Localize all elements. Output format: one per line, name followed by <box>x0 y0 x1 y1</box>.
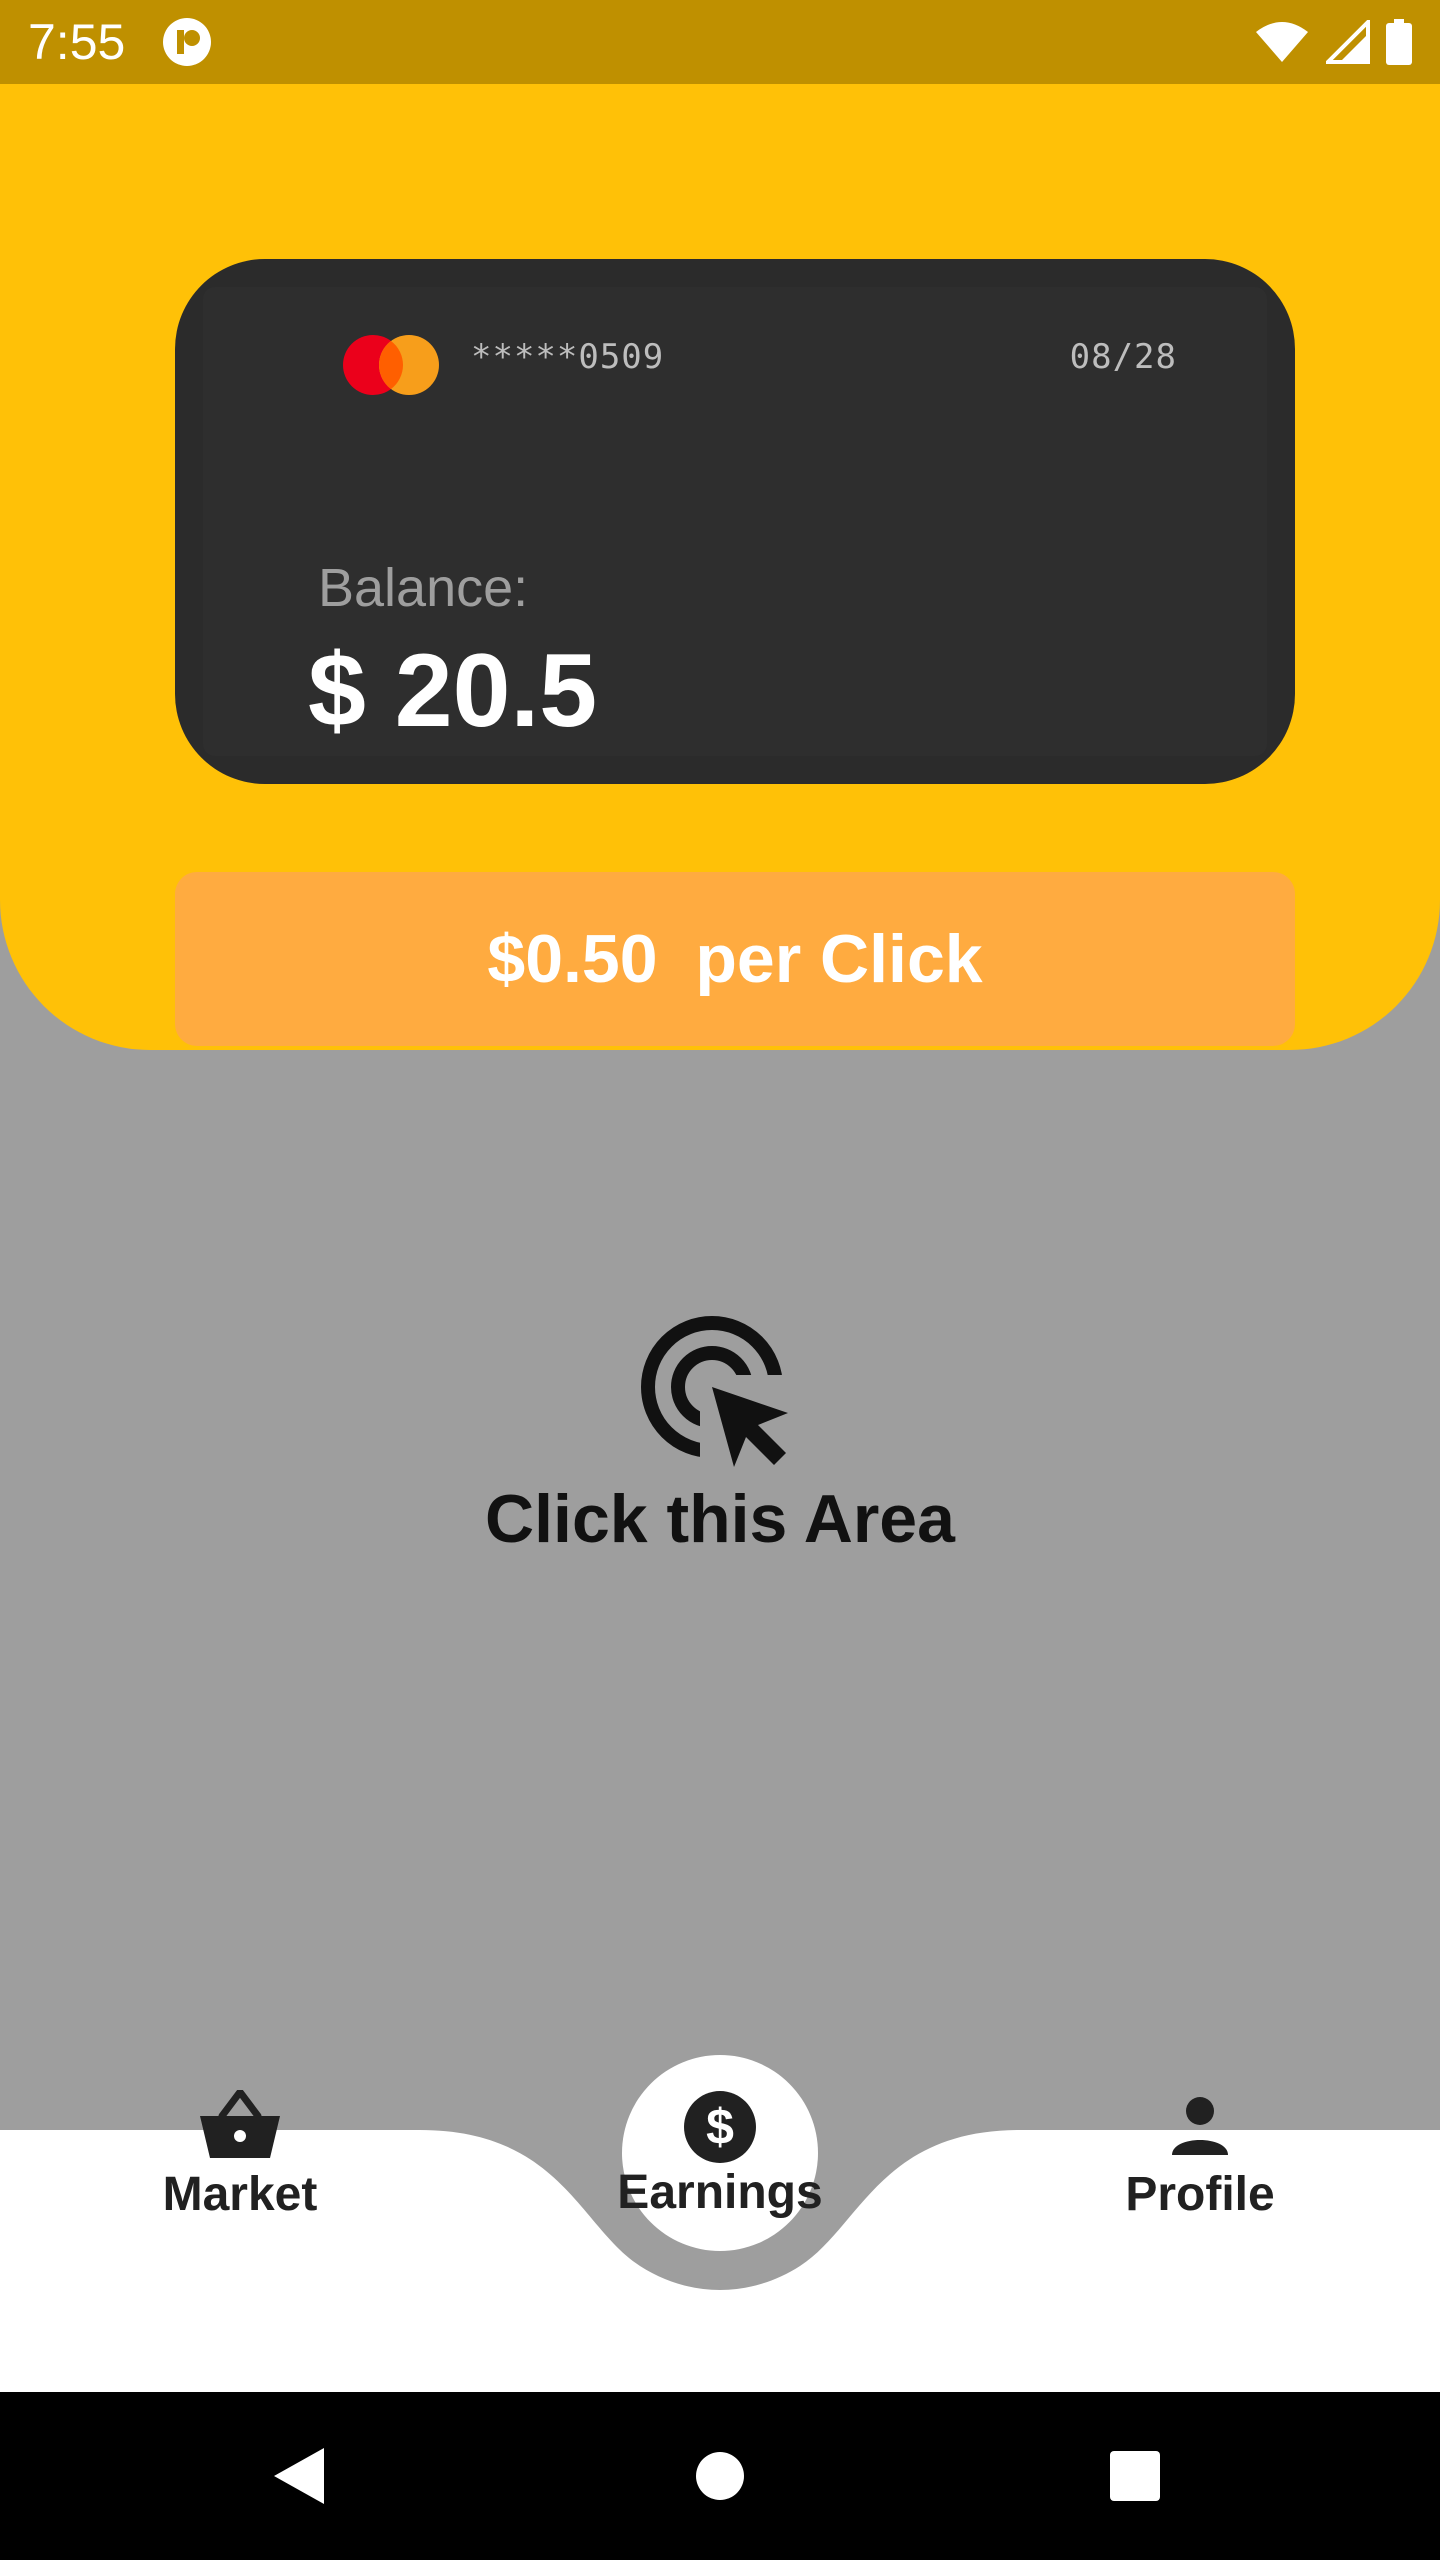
rate-per-click-button[interactable]: $0.50 per Click <box>175 872 1295 1046</box>
battery-icon <box>1386 19 1412 65</box>
nav-item-earnings[interactable]: $ Earnings <box>570 2055 870 2219</box>
dollar-icon: $ <box>684 2091 756 2163</box>
person-icon <box>1172 2097 1228 2155</box>
cursor-click-icon <box>641 1316 800 1475</box>
home-icon[interactable] <box>695 2451 745 2501</box>
nav-item-profile[interactable]: Profile <box>1050 2055 1350 2221</box>
status-bar: 7:55 <box>0 0 1440 84</box>
balance-value: $ 20.5 <box>308 633 598 749</box>
basket-icon <box>200 2090 280 2158</box>
mastercard-logo-icon <box>343 335 439 395</box>
nav-item-market[interactable]: Market <box>90 2055 390 2221</box>
notification-icon <box>163 18 211 66</box>
card-expiry: 08/28 <box>1069 337 1177 377</box>
credit-card: *****0509 08/28 Balance: $ 20.5 <box>175 259 1295 784</box>
nav-label-profile: Profile <box>1125 2168 1275 2221</box>
bottom-navigation: Market $ Earnings Profile <box>0 2055 1440 2392</box>
svg-text:$: $ <box>706 2099 734 2155</box>
wifi-icon <box>1256 22 1308 62</box>
click-area[interactable]: Click this Area <box>0 1050 1440 2130</box>
nav-label-market: Market <box>162 2168 318 2221</box>
status-time: 7:55 <box>28 14 126 70</box>
nav-label-earnings: Earnings <box>617 2166 823 2219</box>
balance-label: Balance: <box>318 558 529 618</box>
card-number: *****0509 <box>471 337 665 377</box>
recents-icon[interactable] <box>1108 2449 1162 2503</box>
card-face: *****0509 08/28 Balance: $ 20.5 <box>203 287 1267 756</box>
back-icon[interactable] <box>270 2444 334 2508</box>
header-panel: *****0509 08/28 Balance: $ 20.5 $0.50 pe… <box>0 84 1440 1050</box>
click-area-label: Click this Area <box>485 1481 955 1557</box>
system-navigation-bar <box>0 2392 1440 2560</box>
status-icons <box>1254 18 1412 66</box>
signal-icon <box>1326 20 1370 64</box>
